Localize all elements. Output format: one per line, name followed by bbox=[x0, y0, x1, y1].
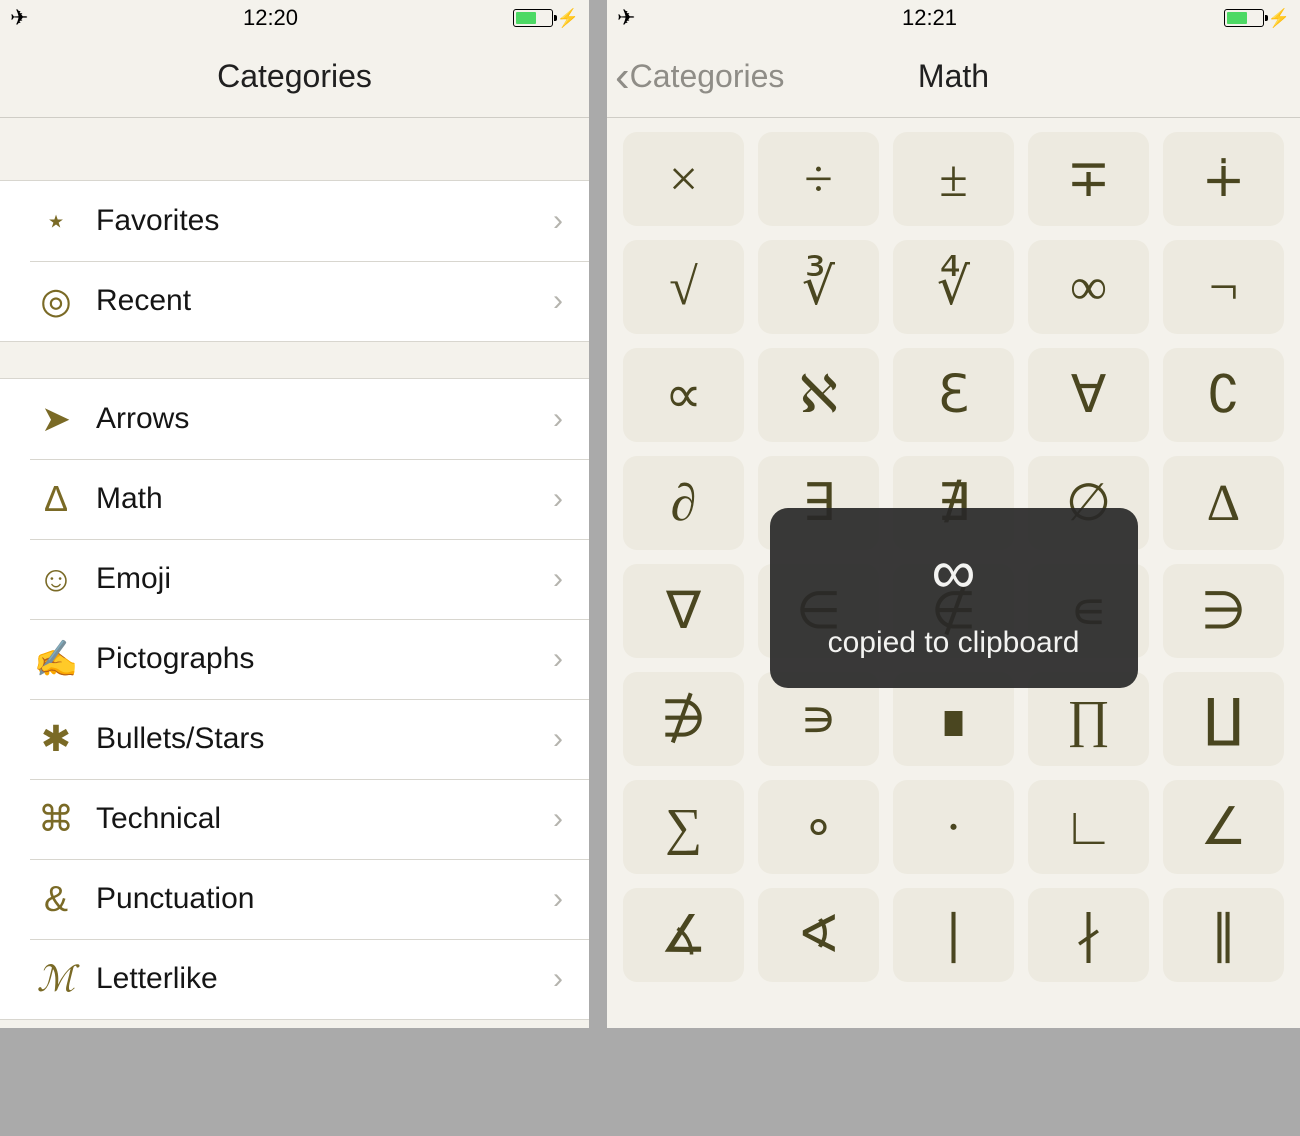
row-favorites[interactable]: ⋆ Favorites › bbox=[0, 181, 589, 261]
symbol-tile[interactable]: ÷ bbox=[758, 132, 879, 226]
charging-icon: ⚡ bbox=[557, 8, 579, 29]
symbol-tile[interactable]: ∤ bbox=[1028, 888, 1149, 982]
row-label: Punctuation bbox=[82, 882, 553, 916]
row-emoji[interactable]: ☺ Emoji › bbox=[0, 539, 589, 619]
symbol-tile[interactable]: × bbox=[623, 132, 744, 226]
row-label: Letterlike bbox=[82, 962, 553, 996]
symbol-tile[interactable]: ∣ bbox=[893, 888, 1014, 982]
row-label: Math bbox=[82, 482, 553, 516]
ampersand-icon: & bbox=[30, 878, 82, 920]
status-bar: ✈ 12:20 ⚡ bbox=[0, 0, 589, 36]
row-bullets-stars[interactable]: ✱ Bullets/Stars › bbox=[0, 699, 589, 779]
symbol-tile[interactable]: ∙ bbox=[893, 780, 1014, 874]
symbol-tile[interactable]: ∁ bbox=[1163, 348, 1284, 442]
symbol-tile[interactable]: ∀ bbox=[1028, 348, 1149, 442]
row-pictographs[interactable]: ✍ Pictographs › bbox=[0, 619, 589, 699]
row-math[interactable]: Δ Math › bbox=[0, 459, 589, 539]
chevron-right-icon: › bbox=[553, 204, 563, 238]
screen-math: ✈ 12:21 ⚡ ‹ Categories Math ×÷±∓∔√∛∜∞¬∝ℵ… bbox=[607, 0, 1300, 1028]
symbol-tile[interactable]: ∑ bbox=[623, 780, 744, 874]
row-recent[interactable]: ◎ Recent › bbox=[0, 261, 589, 341]
script-m-icon: ℳ bbox=[30, 958, 82, 1000]
row-label: Technical bbox=[82, 802, 553, 836]
chevron-right-icon: › bbox=[553, 882, 563, 916]
screen-categories: ✈ 12:20 ⚡ Categories ⋆ Favorites › ◎ Rec… bbox=[0, 0, 589, 1028]
delta-icon: Δ bbox=[30, 478, 82, 520]
section-gap bbox=[0, 342, 589, 378]
symbol-tile[interactable]: ∡ bbox=[623, 888, 744, 982]
list-group-categories: ➤ Arrows › Δ Math › ☺ Emoji › ✍ Pictogra… bbox=[0, 378, 589, 1020]
row-label: Arrows bbox=[82, 402, 553, 436]
row-label: Emoji bbox=[82, 562, 553, 596]
symbol-tile[interactable]: ∟ bbox=[1028, 780, 1149, 874]
back-label: Categories bbox=[630, 58, 785, 95]
symbol-tile[interactable]: ∜ bbox=[893, 240, 1014, 334]
chevron-right-icon: › bbox=[553, 284, 563, 318]
charging-icon: ⚡ bbox=[1268, 8, 1290, 29]
symbol-tile[interactable]: ∝ bbox=[623, 348, 744, 442]
page-title: Categories bbox=[0, 58, 589, 95]
row-label: Favorites bbox=[82, 204, 553, 238]
symbol-tile[interactable]: ∔ bbox=[1163, 132, 1284, 226]
face-icon: ☺ bbox=[30, 558, 82, 600]
symbol-tile[interactable]: ∢ bbox=[758, 888, 879, 982]
chevron-right-icon: › bbox=[553, 482, 563, 516]
symbol-tile[interactable]: ∐ bbox=[1163, 672, 1284, 766]
symbol-tile[interactable]: ∥ bbox=[1163, 888, 1284, 982]
status-time: 12:21 bbox=[635, 5, 1223, 31]
symbol-tile[interactable]: ∞ bbox=[1028, 240, 1149, 334]
toast-message: copied to clipboard bbox=[790, 626, 1118, 660]
status-bar: ✈ 12:21 ⚡ bbox=[607, 0, 1300, 36]
symbol-tile[interactable]: ∆ bbox=[1163, 456, 1284, 550]
command-icon: ⌘ bbox=[30, 798, 82, 840]
symbol-tile[interactable]: ∇ bbox=[623, 564, 744, 658]
row-label: Pictographs bbox=[82, 642, 553, 676]
navbar: Categories bbox=[0, 36, 589, 118]
row-label: Bullets/Stars bbox=[82, 722, 553, 756]
star-icon: ⋆ bbox=[30, 200, 82, 242]
symbol-tile[interactable]: √ bbox=[623, 240, 744, 334]
symbol-tile[interactable]: ℵ bbox=[758, 348, 879, 442]
battery-icon bbox=[513, 9, 553, 27]
airplane-mode-icon: ✈ bbox=[617, 5, 635, 31]
toast-symbol: ∞ bbox=[790, 542, 1118, 604]
row-punctuation[interactable]: & Punctuation › bbox=[0, 859, 589, 939]
circle-dot-icon: ◎ bbox=[30, 280, 82, 322]
list-group-quick: ⋆ Favorites › ◎ Recent › bbox=[0, 180, 589, 342]
symbol-tile[interactable]: ∠ bbox=[1163, 780, 1284, 874]
symbol-tile[interactable]: ∓ bbox=[1028, 132, 1149, 226]
chevron-right-icon: › bbox=[553, 562, 563, 596]
symbol-tile[interactable]: ± bbox=[893, 132, 1014, 226]
symbol-tile[interactable]: ∘ bbox=[758, 780, 879, 874]
row-arrows[interactable]: ➤ Arrows › bbox=[0, 379, 589, 459]
airplane-mode-icon: ✈ bbox=[10, 5, 28, 31]
arrow-icon: ➤ bbox=[30, 398, 82, 440]
row-label: Recent bbox=[82, 284, 553, 318]
row-technical[interactable]: ⌘ Technical › bbox=[0, 779, 589, 859]
battery-icon bbox=[1224, 9, 1264, 27]
copied-toast: ∞ copied to clipboard bbox=[770, 508, 1138, 688]
symbol-tile[interactable]: ∂ bbox=[623, 456, 744, 550]
status-time: 12:20 bbox=[28, 5, 512, 31]
chevron-left-icon: ‹ bbox=[615, 55, 630, 99]
navbar: ‹ Categories Math bbox=[607, 36, 1300, 118]
symbol-tile[interactable]: ℇ bbox=[893, 348, 1014, 442]
symbol-tile[interactable]: ∋ bbox=[1163, 564, 1284, 658]
row-letterlike[interactable]: ℳ Letterlike › bbox=[0, 939, 589, 1019]
chevron-right-icon: › bbox=[553, 722, 563, 756]
chevron-right-icon: › bbox=[553, 962, 563, 996]
symbol-tile[interactable]: ∛ bbox=[758, 240, 879, 334]
symbol-grid-container: ×÷±∓∔√∛∜∞¬∝ℵℇ∀∁∂∃∄∅∆∇∈∉∊∋∌∍∎∏∐∑∘∙∟∠∡∢∣∤∥… bbox=[607, 118, 1300, 1028]
chevron-right-icon: › bbox=[553, 642, 563, 676]
chevron-right-icon: › bbox=[553, 802, 563, 836]
chevron-right-icon: › bbox=[553, 402, 563, 436]
section-gap bbox=[0, 118, 589, 180]
asterisk-icon: ✱ bbox=[30, 718, 82, 760]
symbol-tile[interactable]: ¬ bbox=[1163, 240, 1284, 334]
writing-hand-icon: ✍ bbox=[30, 638, 82, 680]
symbol-tile[interactable]: ∌ bbox=[623, 672, 744, 766]
back-button[interactable]: ‹ Categories bbox=[607, 55, 784, 99]
